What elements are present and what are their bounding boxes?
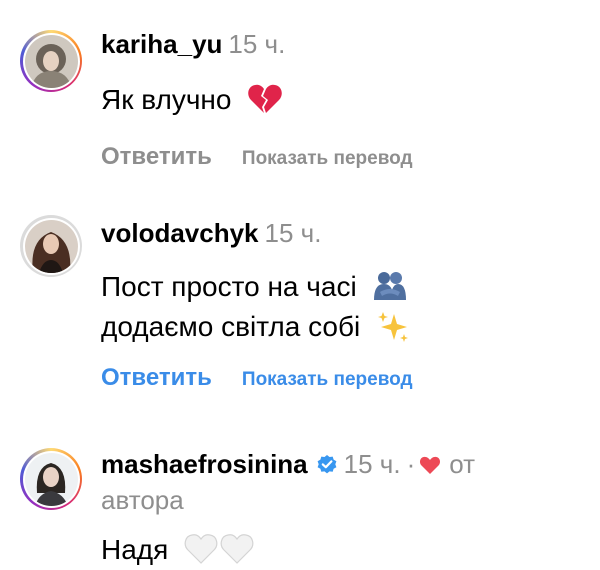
white-heart-icon — [184, 534, 218, 564]
avatar-story-ring[interactable] — [20, 448, 82, 510]
comment-header-continued: автора — [101, 482, 580, 518]
comment-item: kariha_yu 15 ч. Як влучно Ответить Показат… — [0, 0, 600, 175]
comment-time: 15 ч. — [264, 218, 322, 248]
show-translation-button[interactable]: Показать перевод — [242, 369, 413, 390]
reply-button[interactable]: Ответить — [101, 364, 212, 391]
white-heart-icon — [220, 534, 254, 564]
avatar-frame — [22, 450, 80, 508]
people-hugging-icon — [374, 272, 407, 300]
avatar-story-ring[interactable] — [20, 215, 82, 277]
comment-time: 15 ч. — [343, 449, 401, 479]
verified-badge-icon — [317, 455, 337, 474]
comment-actions: Ответить Показать перевод — [101, 363, 580, 395]
comment-header: mashaefrosinina 15 ч. · от — [101, 446, 580, 482]
comment-item: volodavchyk 15 ч. Пост просто на часі дод… — [0, 205, 600, 405]
sparkles-icon — [378, 312, 409, 342]
comment-text: Як влучно — [101, 80, 580, 120]
comment-item: mashaefrosinina 15 ч. · от автора Надя — [0, 430, 600, 567]
avatar-frame — [22, 32, 80, 90]
comment-username[interactable]: mashaefrosinina — [101, 449, 308, 479]
comment-header: volodavchyk 15 ч. — [101, 215, 580, 251]
comment-username[interactable]: kariha_yu — [101, 29, 222, 59]
comment-text-line: додаємо світла собі — [101, 311, 361, 342]
separator-dot: · — [406, 449, 416, 479]
comment-text: Пост просто на часі додаємо світла собі — [101, 267, 580, 347]
broken-heart-icon — [248, 84, 283, 113]
avatar — [24, 219, 78, 273]
comment-text: Надя — [101, 530, 580, 570]
avatar-frame — [22, 217, 80, 275]
comment-username[interactable]: volodavchyk — [101, 218, 259, 248]
comment-header: kariha_yu 15 ч. — [101, 26, 580, 62]
comment-actions: Ответить Показать перевод — [101, 142, 580, 174]
avatar-story-ring[interactable] — [20, 30, 82, 92]
liked-by-author-label-continued: автора — [101, 485, 184, 515]
comment-text-line: Надя — [101, 534, 169, 565]
comment-text-line: Пост просто на часі — [101, 271, 357, 302]
comment-text-line: Як влучно — [101, 84, 232, 115]
reply-button[interactable]: Ответить — [101, 143, 212, 170]
comment-time: 15 ч. — [228, 29, 286, 59]
avatar — [24, 34, 78, 88]
heart-icon — [420, 456, 441, 474]
show-translation-button[interactable]: Показать перевод — [242, 148, 413, 169]
avatar — [24, 452, 78, 506]
liked-by-author-label: от — [449, 449, 476, 479]
